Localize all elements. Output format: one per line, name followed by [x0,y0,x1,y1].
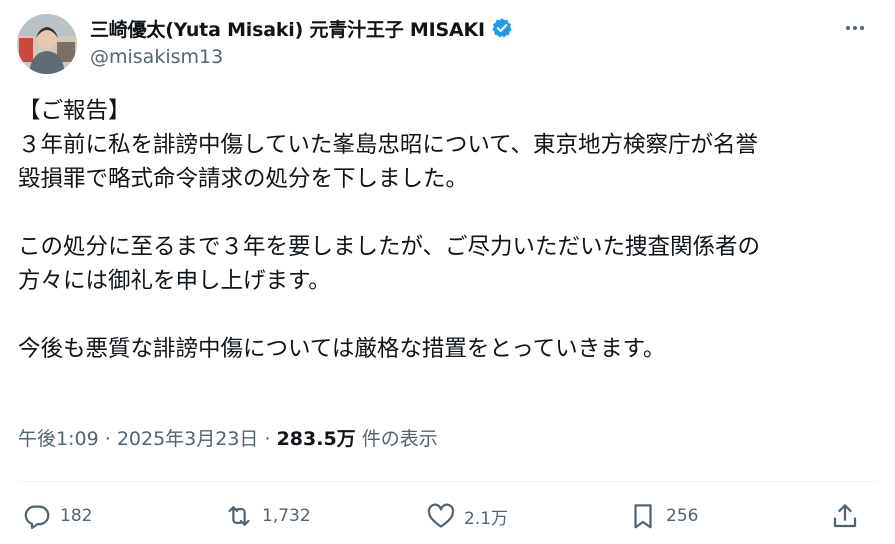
author-display-name[interactable]: 三崎優太(Yuta Misaki) 元青汁王子 MISAKI [90,15,485,42]
post-line: 方々には御礼を申し上げます。 [18,268,331,294]
reply-count: 182 [60,506,93,526]
divider [18,481,877,482]
post-line: 【ご報告】 [18,98,131,124]
repost-icon [228,506,250,526]
like-button[interactable]: 2.1万 [426,500,508,532]
share-icon [833,504,857,528]
like-count: 2.1万 [464,508,509,529]
bookmark-button[interactable]: 256 [628,500,698,532]
meta-separator: · [104,428,111,450]
verified-badge-icon[interactable] [491,17,513,39]
heart-icon [427,503,455,528]
post-time[interactable]: 午後1:09 [18,428,99,450]
post-line: 今後も悪質な誹謗中傷については厳格な措置をとっていきます。 [18,336,666,362]
views-count: 283.5万 [276,428,356,450]
reply-icon [24,505,50,529]
views-label: 件の表示 [361,428,438,450]
post-line: 毀損罪で略式命令請求の処分を下しました。 [18,166,469,192]
post-line: ３年前に私を誹謗中傷していた峯島忠昭について、東京地方検察庁が名誉 [18,132,759,158]
repost-count: 1,732 [262,506,311,526]
share-button[interactable] [830,500,860,532]
reply-button[interactable]: 182 [22,500,92,532]
bookmark-icon [634,504,652,529]
post-date[interactable]: 2025年3月23日 [117,428,259,450]
post-meta: 午後1:09 · 2025年3月23日 · 283.5万 件の表示 [18,424,438,451]
post-line: この処分に至るまで３年を要しましたが、ご尽力いただいた捜査関係者の [18,234,761,260]
bookmark-count: 256 [666,506,699,526]
more-options-icon[interactable] [841,14,869,42]
repost-button[interactable]: 1,732 [224,500,311,532]
post-text: 【ご報告】 ３年前に私を誹謗中傷していた峯島忠昭について、東京地方検察庁が名誉 … [18,94,878,366]
author-handle[interactable]: @misakism13 [90,46,223,68]
author-avatar[interactable] [17,14,77,74]
meta-separator: · [264,428,271,450]
